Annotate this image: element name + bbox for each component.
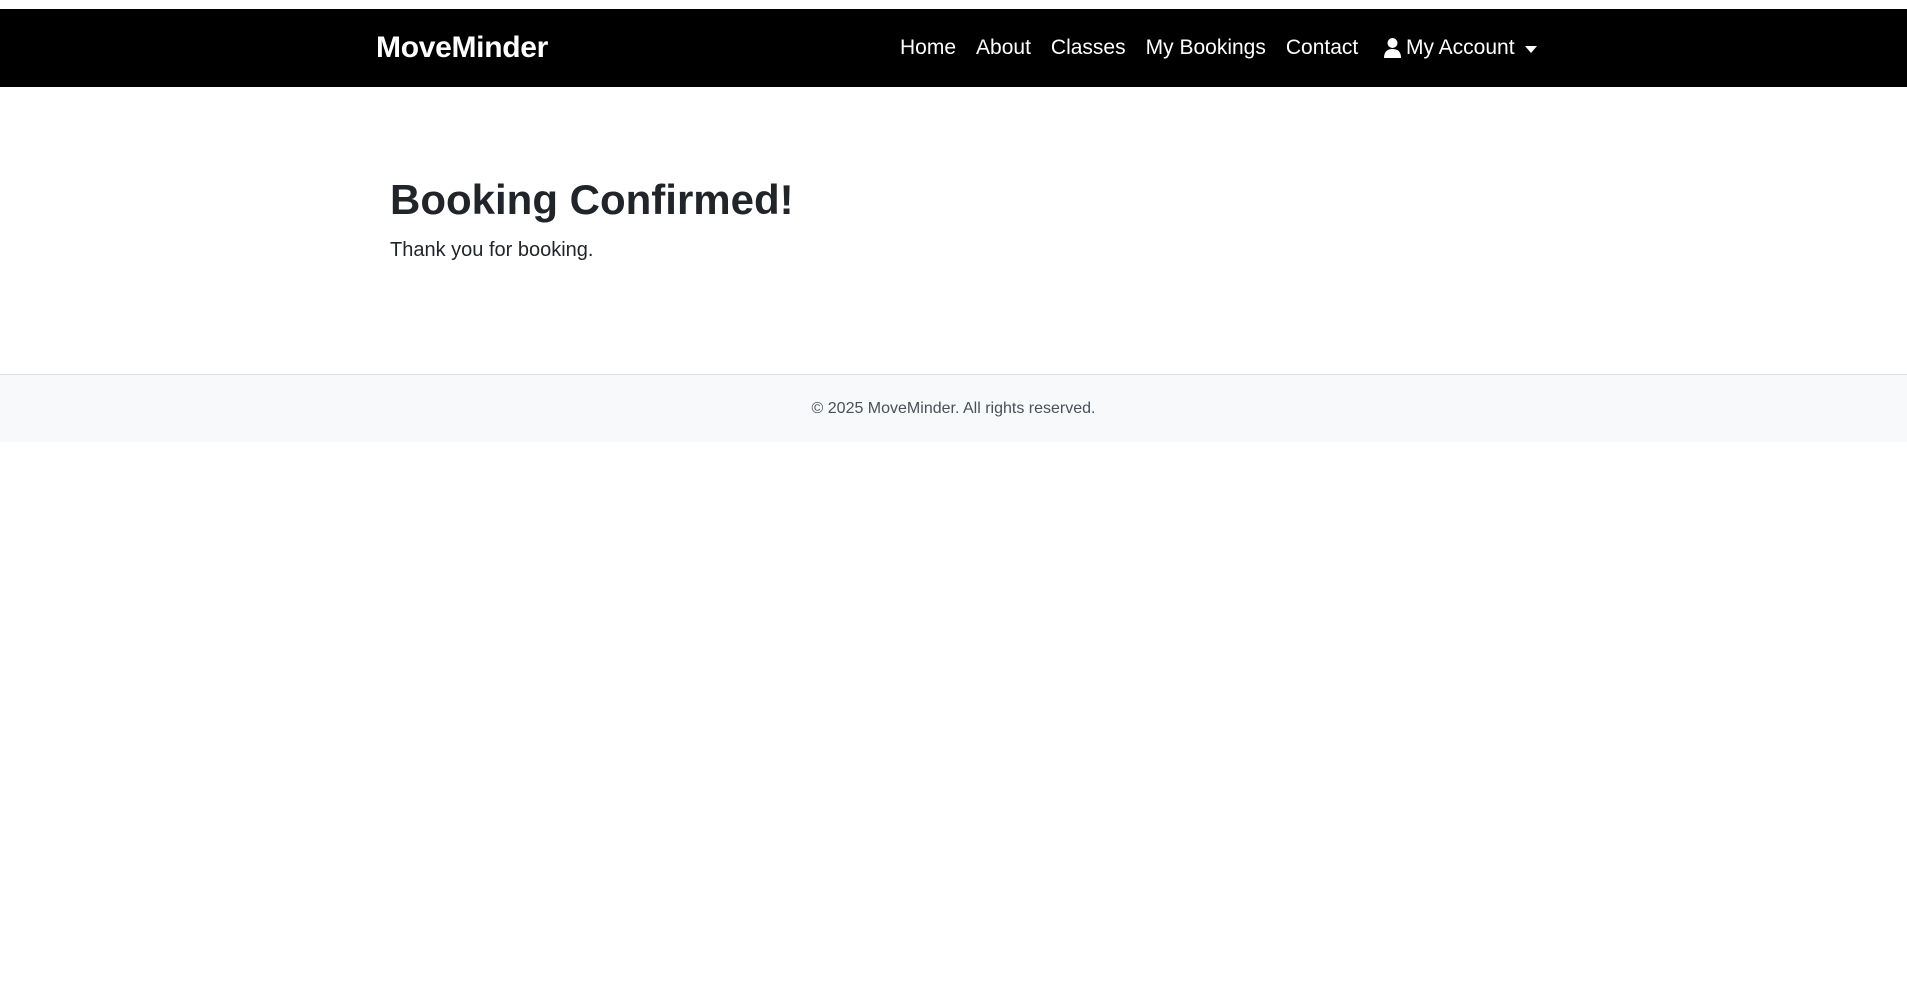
footer: © 2025 MoveMinder. All rights reserved.: [0, 375, 1907, 442]
footer-copyright: © 2025 MoveMinder. All rights reserved.: [811, 399, 1096, 417]
brand-logo-link[interactable]: MoveMinder: [376, 31, 548, 65]
nav-links: Home About Classes My Bookings Contact: [900, 9, 1378, 87]
top-strip: [0, 0, 1907, 9]
nav-link-home[interactable]: Home: [900, 36, 956, 60]
my-account-dropdown[interactable]: My Account: [1383, 9, 1537, 87]
nav-link-classes[interactable]: Classes: [1051, 36, 1126, 60]
main-content: Booking Confirmed! Thank you for booking…: [0, 87, 1907, 375]
confirmation-message: Thank you for booking.: [390, 239, 594, 261]
caret-down-icon: [1524, 45, 1537, 53]
nav-link-contact[interactable]: Contact: [1286, 36, 1358, 60]
nav-link-my-bookings[interactable]: My Bookings: [1146, 36, 1266, 60]
nav-link-about[interactable]: About: [976, 36, 1031, 60]
page-title: Booking Confirmed!: [390, 176, 794, 223]
user-icon: [1383, 37, 1402, 59]
my-account-label: My Account: [1406, 36, 1515, 59]
navbar: MoveMinder Home About Classes My Booking…: [0, 9, 1907, 87]
